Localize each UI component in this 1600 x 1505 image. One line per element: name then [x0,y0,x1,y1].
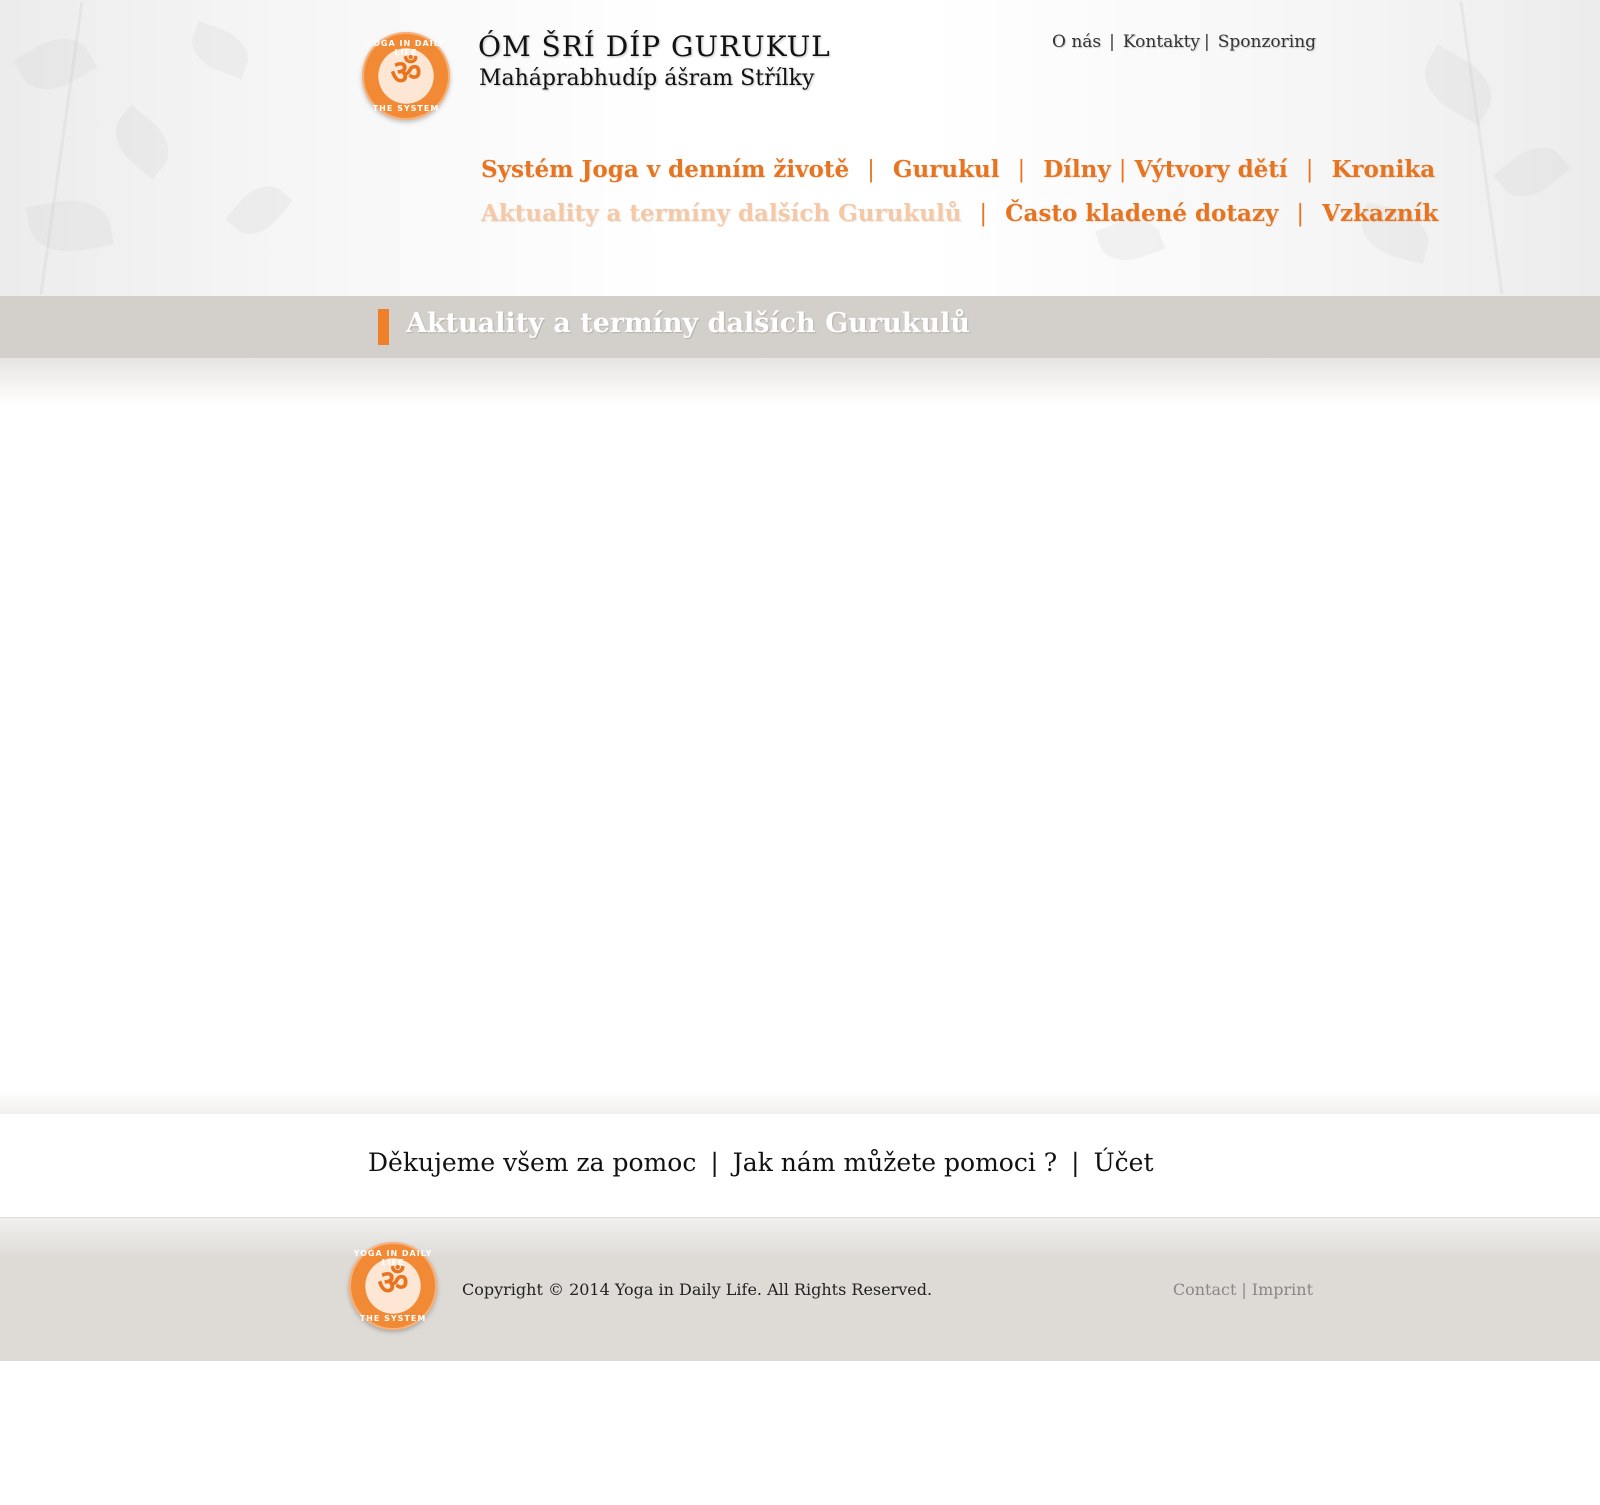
footer-link-thanks[interactable]: Děkujeme všem za pomoc [368,1148,696,1177]
separator: | [1204,32,1210,52]
nav-workshops[interactable]: Dílny [1043,156,1111,183]
site-logo[interactable]: YOGA IN DAILY LIFE ॐ THE SYSTEM [362,32,450,120]
separator: | [1305,157,1314,183]
nav-news-active[interactable]: Aktuality a termíny dalších Gurukulů [481,200,961,227]
background-leaf [26,193,114,259]
top-link-sponsoring[interactable]: Sponzoring [1218,32,1316,52]
background-leaf [103,104,181,180]
main-content [0,405,1600,1095]
footer-fade [0,1090,1600,1114]
separator: | [1017,157,1026,183]
legal-links: Contact | Imprint [1173,1280,1313,1299]
footer-bottom: YOGA IN DAILY LIFE ॐ THE SYSTEM Copyrigh… [0,1218,1600,1361]
main-nav-row-2: Aktuality a termíny dalších Gurukulů | Čas… [481,200,1438,227]
footer-link-account[interactable]: Účet [1094,1148,1154,1177]
footer-links: Děkujeme všem za pomoc | Jak nám můžete po… [368,1148,1154,1177]
page-title: Aktuality a termíny dalších Gurukulů [406,308,970,339]
separator: | [710,1148,719,1177]
title-accent-bar [378,309,389,345]
nav-yoga-system[interactable]: Systém Joga v denním životě [481,156,849,183]
background-leaf [184,20,256,80]
nav-childrens-works[interactable]: Výtvory dětí [1135,156,1288,183]
nav-guestbook[interactable]: Vzkazník [1322,200,1438,227]
main-nav-row-1: Systém Joga v denním životě | Gurukul | Díln… [481,156,1435,183]
title-bar-shadow [0,359,1600,405]
top-link-about[interactable]: O nás [1052,32,1101,52]
site-subtitle: Maháprabhudíp ášram Střílky [479,66,815,91]
nav-faq[interactable]: Často kladené dotazy [1005,200,1278,227]
footer-link-how-to-help[interactable]: Jak nám můžete pomoci ? [733,1148,1057,1177]
background-leaf [1412,44,1504,126]
top-links: O nás | Kontakty | Sponzoring [1052,32,1316,52]
background-leaf [225,174,293,246]
nav-gurukul[interactable]: Gurukul [893,156,1000,183]
nav-chronicle[interactable]: Kronika [1331,156,1435,183]
footer-imprint-link[interactable]: Imprint [1252,1280,1313,1299]
separator: | [867,157,875,183]
background-vine [1459,1,1504,295]
footer-contact-link[interactable]: Contact [1173,1280,1237,1299]
om-symbol-icon: ॐ [390,53,422,93]
site-title[interactable]: ÓM ŠRÍ DÍP GURUKUL [478,30,831,63]
page-title-bar: Aktuality a termíny dalších Gurukulů [0,296,1600,359]
logo-ring-text-bottom: THE SYSTEM [372,104,440,113]
header: YOGA IN DAILY LIFE ॐ THE SYSTEM ÓM ŠRÍ D… [0,0,1600,296]
footer-logo[interactable]: YOGA IN DAILY LIFE ॐ THE SYSTEM [349,1242,437,1330]
background-leaf [12,25,98,103]
separator: | [1071,1148,1080,1177]
om-symbol-icon: ॐ [377,1263,409,1303]
separator: | [1118,157,1127,183]
logo-ring-text-bottom: THE SYSTEM [359,1314,427,1323]
copyright-text: Copyright © 2014 Yoga in Daily Life. All… [462,1280,933,1299]
footer-links-bar: Děkujeme všem za pomoc | Jak nám můžete po… [0,1114,1600,1218]
separator: | [1109,32,1115,52]
separator: | [979,201,988,227]
background-leaf [1493,134,1571,210]
separator: | [1296,201,1305,227]
separator: | [1241,1280,1247,1299]
top-link-contacts[interactable]: Kontakty [1123,32,1200,52]
